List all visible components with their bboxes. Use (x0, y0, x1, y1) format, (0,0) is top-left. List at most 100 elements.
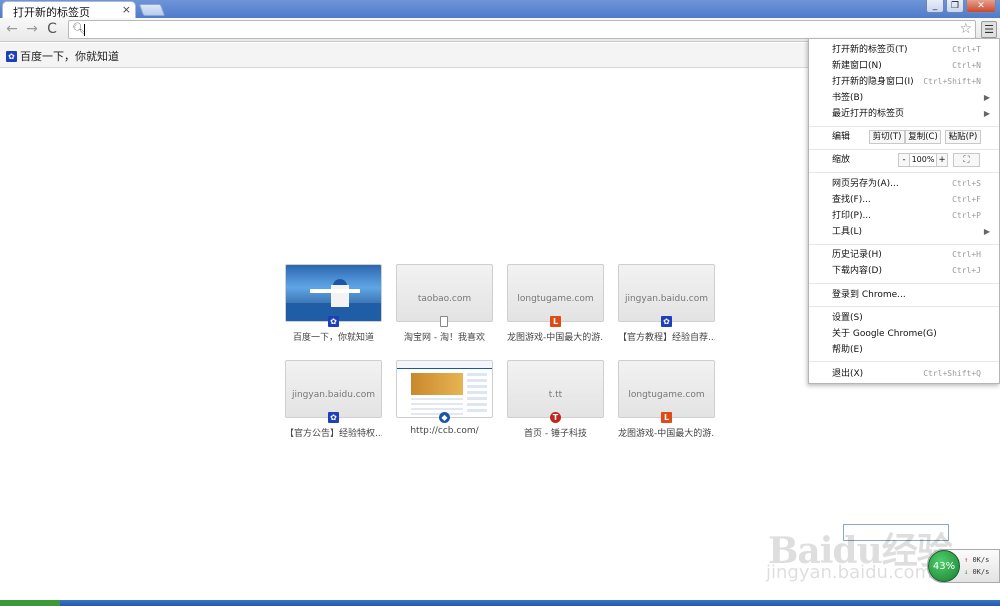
menu-separator (809, 172, 999, 173)
windows-taskbar (0, 600, 1000, 606)
tile-thumbnail: jingyan.baidu.com (618, 264, 715, 322)
menu-separator (809, 244, 999, 245)
forward-icon[interactable]: → (24, 21, 40, 37)
tile-label: 【官方教程】经验自荐... (618, 333, 715, 343)
tile-domain: jingyan.baidu.com (291, 390, 376, 400)
chrome-menu-button[interactable]: ☰ (981, 21, 997, 38)
menu-item-bookmarks[interactable]: 书签(B) ▶ (832, 90, 990, 106)
tile-label: http://ccb.com/ (410, 426, 479, 436)
reload-icon[interactable]: C (44, 21, 60, 37)
close-tab-icon[interactable]: × (122, 3, 131, 16)
chevron-right-icon: ▶ (983, 93, 990, 102)
text-caret (84, 24, 85, 36)
bookmark-star-icon[interactable]: ☆ (959, 21, 972, 37)
menu-item-save-as[interactable]: 网页另存为(A)... Ctrl+S (832, 176, 989, 192)
menu-item-exit[interactable]: 退出(X) Ctrl+Shift+Q (832, 366, 989, 382)
tile-thumbnail (396, 360, 493, 418)
tile-thumbnail: taobao.com (396, 264, 493, 322)
network-speed-widget[interactable]: 43% ↑ 0K/s ↓ 0K/s (927, 549, 1000, 583)
baidu-paw-icon: ✿ (6, 50, 17, 62)
tile-label: 龙图游戏-中国最大的游... (507, 333, 604, 343)
paste-button[interactable]: 粘贴(P) (945, 130, 981, 144)
baidu-paw-icon: ✿ (661, 316, 672, 327)
baidu-paw-icon: ✿ (328, 412, 339, 423)
tile-label: 龙图游戏-中国最大的游... (618, 429, 715, 439)
chevron-right-icon: ▶ (983, 109, 990, 118)
menu-item-about[interactable]: 关于 Google Chrome(G) (832, 326, 989, 342)
smartisan-t-icon: T (550, 412, 561, 423)
menu-row-zoom: 缩放 - 100% + ⛶ (832, 152, 989, 168)
most-visited-tile[interactable]: taobao.com 淘宝网 - 淘！我喜欢 (396, 264, 493, 343)
menu-item-find[interactable]: 查找(F)... Ctrl+F (832, 192, 989, 208)
start-button[interactable] (0, 600, 60, 606)
tab-new-tab[interactable]: 打开新的标签页 × (2, 1, 136, 19)
menu-item-signin[interactable]: 登录到 Chrome... (832, 287, 989, 303)
tile-label: 淘宝网 - 淘！我喜欢 (404, 333, 485, 343)
menu-item-new-window[interactable]: 新建窗口(N) Ctrl+N (832, 58, 989, 74)
menu-item-history[interactable]: 历史记录(H) Ctrl+H (832, 247, 989, 263)
tab-strip: 打开新的标签页 × _ ❐ ✕ (0, 0, 1000, 19)
tile-domain: t.tt (548, 390, 563, 400)
most-visited-tile[interactable]: ◆ http://ccb.com/ (396, 360, 493, 436)
arrow-up-icon: ↑ (964, 556, 969, 564)
most-visited-tile[interactable]: ✿ 百度一下，你就知道 (285, 264, 382, 343)
copy-button[interactable]: 复制(C) (905, 130, 941, 144)
most-visited-tile[interactable]: t.tt T 首页 - 锤子科技 (507, 360, 604, 439)
tile-thumbnail: longtugame.com (618, 360, 715, 418)
zoom-level: 100% (910, 153, 936, 167)
omnibox[interactable]: 🔍︎ ☆ (68, 20, 976, 39)
menu-item-print[interactable]: 打印(P)... Ctrl+P (832, 208, 989, 224)
tile-thumbnail: jingyan.baidu.com (285, 360, 382, 418)
speed-percent: 43% (928, 550, 960, 582)
most-visited-tile[interactable]: longtugame.com L 龙图游戏-中国最大的游... (618, 360, 715, 439)
menu-item-settings[interactable]: 设置(S) (832, 310, 989, 326)
zoom-in-button[interactable]: + (936, 153, 948, 167)
window-controls: _ ❐ ✕ (926, 0, 996, 13)
chrome-menu: 打开新的标签页(T) Ctrl+T 新建窗口(N) Ctrl+N 打开新的隐身窗口(… (808, 38, 1000, 384)
arrow-down-icon: ↓ (964, 568, 969, 576)
watermark-url: jingyan.baidu.com (766, 562, 933, 583)
menu-item-new-tab[interactable]: 打开新的标签页(T) Ctrl+T (832, 42, 989, 58)
tile-label: 首页 - 锤子科技 (524, 429, 587, 439)
menu-item-incognito[interactable]: 打开新的隐身窗口(I) Ctrl+Shift+N (832, 74, 989, 90)
menu-separator (809, 149, 999, 150)
zoom-out-button[interactable]: - (898, 153, 910, 167)
fullscreen-icon[interactable]: ⛶ (953, 153, 980, 167)
tile-domain: jingyan.baidu.com (624, 294, 709, 304)
menu-item-help[interactable]: 帮助(E) (832, 342, 989, 358)
most-visited-tile[interactable]: jingyan.baidu.com ✿ 【官方公告】经验特权... (285, 360, 382, 439)
tile-thumbnail (285, 264, 382, 322)
new-tab-button[interactable] (138, 4, 166, 16)
download-speed: ↓ 0K/s (964, 568, 990, 576)
menu-separator (809, 126, 999, 127)
menu-separator (809, 361, 999, 362)
most-visited-tile[interactable]: jingyan.baidu.com ✿ 【官方教程】经验自荐... (618, 264, 715, 343)
menu-row-edit: 编辑 剪切(T) 复制(C) 粘贴(P) (832, 129, 989, 145)
minimize-button[interactable]: _ (926, 0, 944, 13)
menu-separator (809, 306, 999, 307)
close-window-button[interactable]: ✕ (966, 0, 996, 13)
menu-item-recent-tabs[interactable]: 最近打开的标签页 ▶ (832, 106, 990, 122)
tile-label: 百度一下，你就知道 (292, 333, 374, 343)
menu-separator (809, 283, 999, 284)
menu-item-downloads[interactable]: 下载内容(D) Ctrl+J (832, 263, 989, 279)
chevron-right-icon: ▶ (983, 227, 990, 236)
most-visited-tile[interactable]: longtugame.com L 龙图游戏-中国最大的游... (507, 264, 604, 343)
menu-item-tools[interactable]: 工具(L) ▶ (832, 224, 990, 240)
tile-domain: longtugame.com (517, 294, 594, 304)
ccb-logo-icon: ◆ (439, 412, 450, 423)
cut-button[interactable]: 剪切(T) (869, 130, 905, 144)
longtu-l-icon: L (550, 316, 561, 327)
baidu-paw-icon: ✿ (328, 316, 339, 327)
document-icon (440, 316, 448, 327)
tile-thumbnail: t.tt (507, 360, 604, 418)
tile-domain: longtugame.com (628, 390, 705, 400)
tile-thumbnail: longtugame.com (507, 264, 604, 322)
upload-speed: ↑ 0K/s (964, 556, 990, 564)
bookmark-baidu[interactable]: ✿ 百度一下，你就知道 (6, 48, 119, 64)
back-icon[interactable]: ← (4, 21, 20, 37)
restore-button[interactable]: ❐ (946, 0, 964, 13)
longtu-l-icon: L (661, 412, 672, 423)
bookmark-label: 百度一下，你就知道 (20, 50, 119, 63)
tile-domain: taobao.com (417, 294, 472, 304)
